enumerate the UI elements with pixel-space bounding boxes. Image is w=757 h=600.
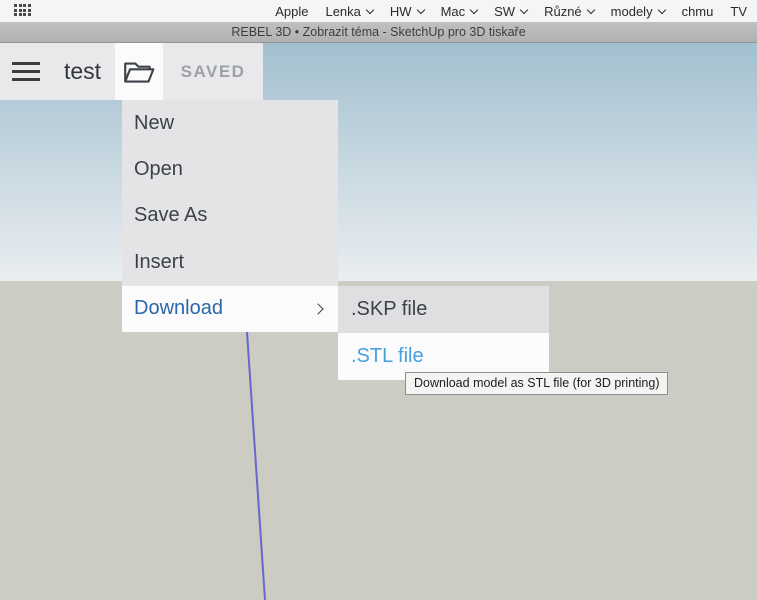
window-title-bar: REBEL 3D • Zobrazit téma - SketchUp pro … <box>0 22 757 43</box>
save-status-badge: SAVED <box>163 62 263 82</box>
chevron-down-icon <box>520 5 528 13</box>
bookmark-label: modely <box>611 4 653 19</box>
file-menu-button[interactable] <box>115 43 163 100</box>
menu-item-new[interactable]: New <box>122 100 338 146</box>
bookmark-item-apple[interactable]: Apple <box>275 4 308 19</box>
bookmark-label: HW <box>390 4 412 19</box>
bookmark-item-modely[interactable]: modely <box>611 4 665 19</box>
menu-item-label: New <box>134 112 174 135</box>
bookmark-label: Různé <box>544 4 582 19</box>
chevron-down-icon <box>586 5 594 13</box>
chevron-down-icon <box>366 5 374 13</box>
app-toolbar: test SAVED <box>0 43 263 100</box>
bookmarks-bar: Apple Lenka HW Mac SW Různé modely chmu … <box>0 0 757 22</box>
bookmark-item-mac[interactable]: Mac <box>441 4 478 19</box>
menu-item-insert[interactable]: Insert <box>122 239 338 285</box>
submenu-item-label: .STL file <box>351 345 424 368</box>
model-name[interactable]: test <box>64 58 101 85</box>
chevron-down-icon <box>416 5 424 13</box>
bookmark-label: Lenka <box>325 4 360 19</box>
bookmark-label: chmu <box>682 4 714 19</box>
window-title: REBEL 3D • Zobrazit téma - SketchUp pro … <box>231 25 525 39</box>
bookmark-label: Mac <box>441 4 466 19</box>
chevron-down-icon <box>657 5 665 13</box>
menu-item-open[interactable]: Open <box>122 146 338 192</box>
file-menu: New Open Save As Insert Download <box>122 100 338 332</box>
menu-item-label: Open <box>134 158 183 181</box>
menu-item-save-as[interactable]: Save As <box>122 193 338 239</box>
submenu-item-skp-file[interactable]: .SKP file <box>338 286 549 333</box>
open-folder-icon <box>121 57 157 87</box>
bookmark-label: TV <box>730 4 747 19</box>
tooltip: Download model as STL file (for 3D print… <box>405 372 668 395</box>
bookmark-label: SW <box>494 4 515 19</box>
bookmark-label: Apple <box>275 4 308 19</box>
bookmark-item-tv[interactable]: TV <box>730 4 747 19</box>
bookmark-item-ruzne[interactable]: Různé <box>544 4 594 19</box>
apps-grid-icon[interactable] <box>14 4 31 18</box>
bookmark-items: Apple Lenka HW Mac SW Různé modely chmu … <box>275 0 747 22</box>
menu-item-download[interactable]: Download <box>122 286 338 332</box>
submenu-item-label: .SKP file <box>351 298 427 321</box>
download-submenu: .SKP file .STL file <box>338 286 549 380</box>
hamburger-menu-icon[interactable] <box>0 43 52 100</box>
menu-item-label: Save As <box>134 204 207 227</box>
bookmark-item-lenka[interactable]: Lenka <box>325 4 372 19</box>
submenu-arrow-icon <box>312 303 323 314</box>
menu-item-label: Insert <box>134 251 184 274</box>
menu-item-label: Download <box>134 297 223 320</box>
bookmark-item-hw[interactable]: HW <box>390 4 424 19</box>
bookmark-item-chmu[interactable]: chmu <box>682 4 714 19</box>
chevron-down-icon <box>470 5 478 13</box>
bookmark-item-sw[interactable]: SW <box>494 4 527 19</box>
